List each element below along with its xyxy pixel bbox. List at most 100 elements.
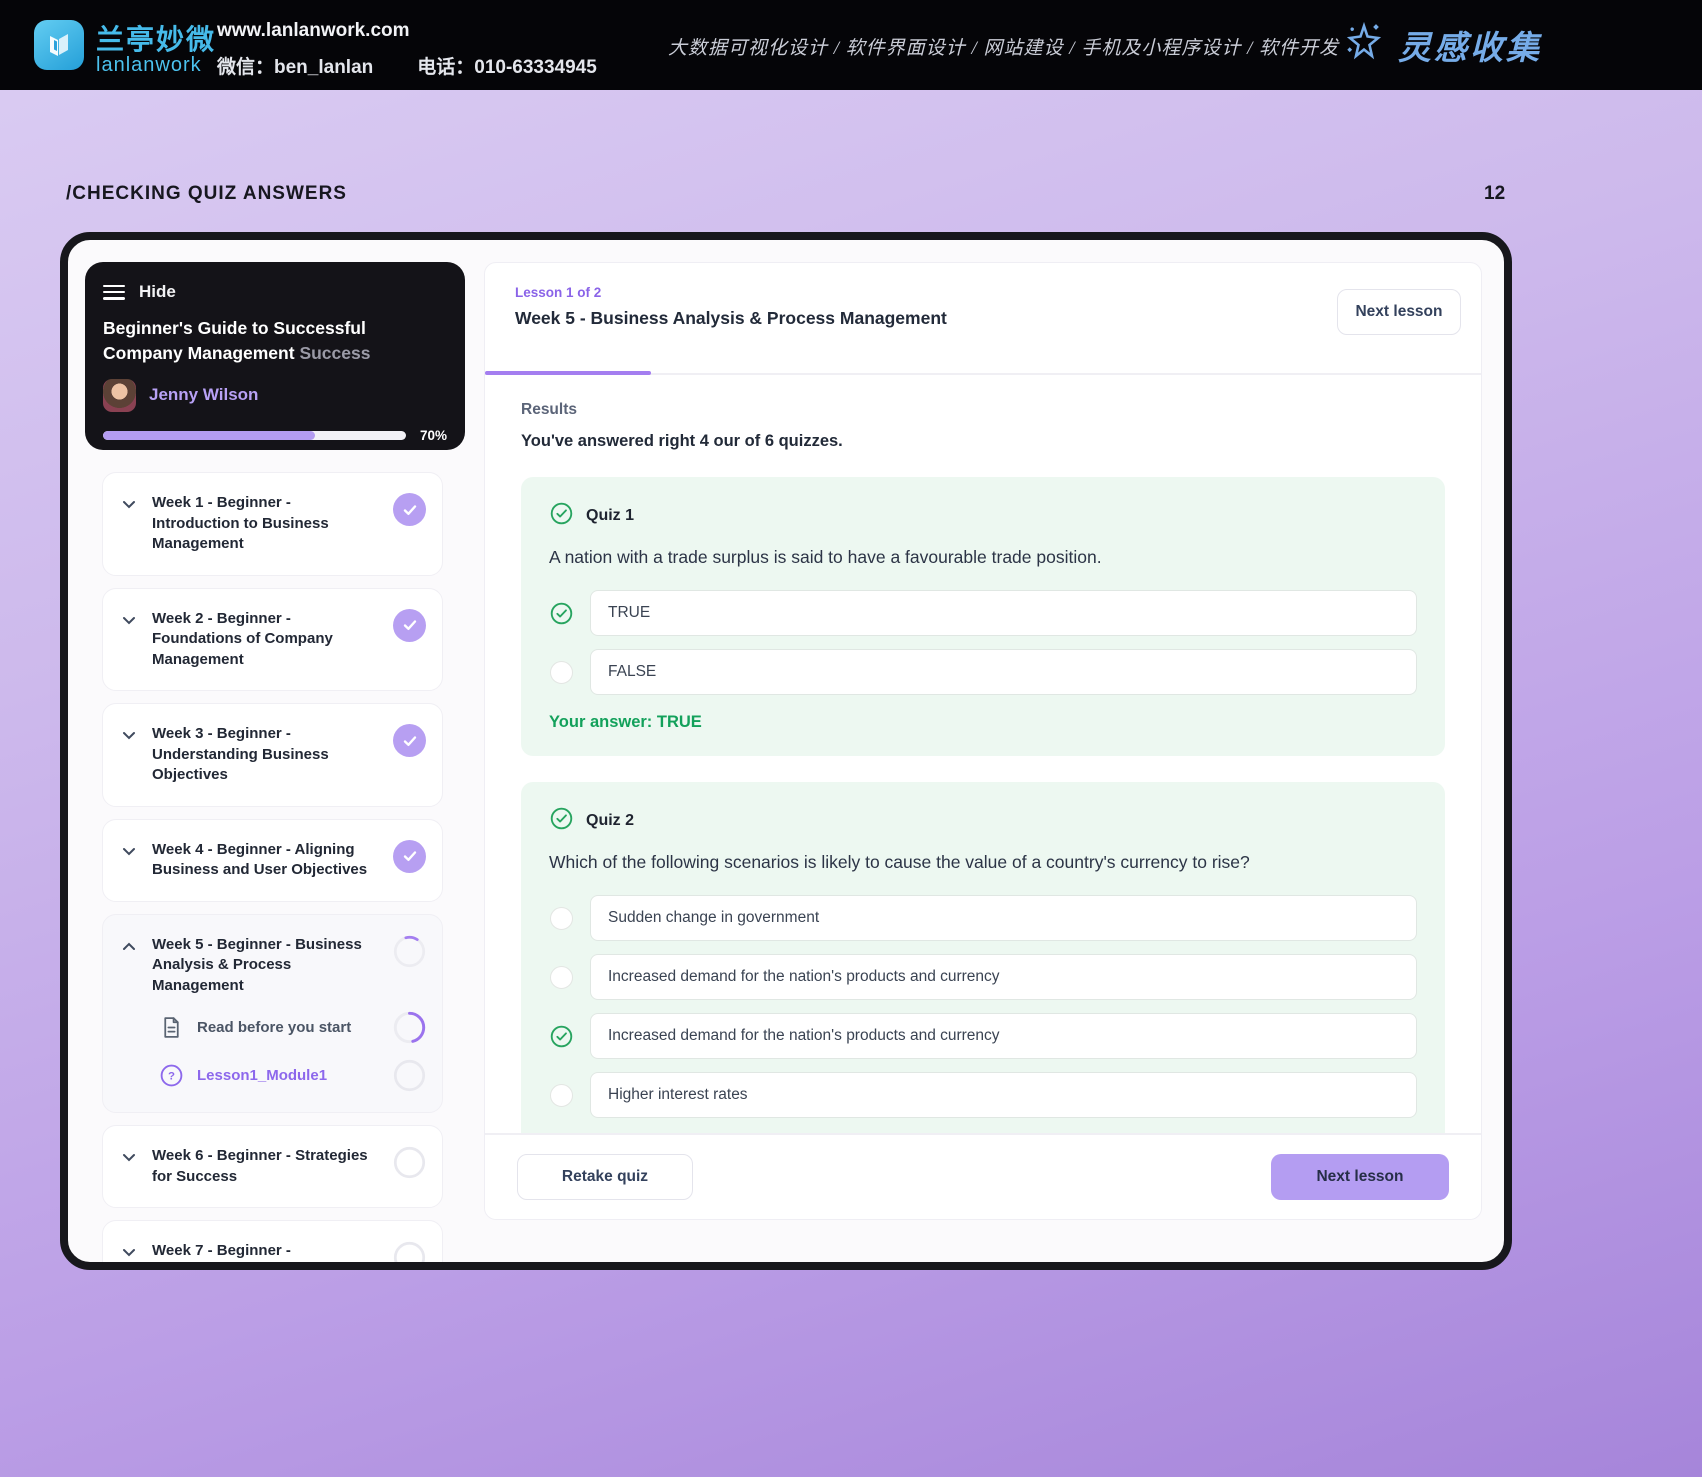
page-label: /CHECKING QUIZ ANSWERS	[66, 183, 347, 204]
website-url: www.lanlanwork.com	[217, 20, 410, 41]
chevron-down-icon[interactable]	[119, 1242, 139, 1262]
lesson-link-label: Lesson1_Module1	[197, 1067, 328, 1084]
week-item-2[interactable]: Week 2 - Beginner - Foundations of Compa…	[102, 587, 443, 691]
avatar	[103, 378, 136, 412]
author-name: Jenny Wilson	[149, 385, 259, 405]
empty-ring-icon	[393, 1059, 426, 1092]
chevron-down-icon[interactable]	[119, 494, 139, 514]
quiz-name: Quiz 2	[586, 812, 635, 829]
option-label[interactable]: TRUE	[590, 590, 1417, 636]
wechat-contact: 微信：ben_lanlan	[217, 57, 374, 78]
page-number: 12	[1484, 183, 1506, 204]
quiz-card-2: Quiz 2 Which of the following scenarios …	[521, 782, 1445, 1133]
course-title-tail: Success	[299, 342, 371, 363]
lesson-counter: Lesson 1 of 2	[515, 285, 602, 300]
quiz-question: A nation with a trade surplus is said to…	[549, 547, 1102, 567]
your-answer-line: Your answer: TRUE	[549, 713, 702, 731]
hamburger-icon	[103, 284, 125, 300]
completed-check-icon	[393, 493, 426, 526]
contact-line: 微信：ben_lanlan 电话：010-63334945	[217, 52, 597, 79]
services-list: 大数据可视化设计 / 软件界面设计 / 网站建设 / 手机及小程序设计 / 软件…	[668, 38, 1340, 59]
option-row: Increased demand for the nation's produc…	[549, 954, 1417, 1000]
radio-icon[interactable]	[550, 1083, 573, 1107]
empty-ring-icon	[393, 1146, 426, 1179]
progress-ring-icon	[393, 935, 426, 968]
top-bar: 兰亭妙微 lanlanwork www.lanlanwork.com 微信：be…	[0, 0, 1702, 90]
progress-percent: 70%	[419, 427, 447, 443]
device-frame: Hide Beginner's Guide to Successful Comp…	[60, 232, 1512, 1270]
radio-icon[interactable]	[550, 660, 573, 684]
week-label: Week 6 - Beginner - Strategies for Succe…	[152, 1147, 368, 1185]
lesson-label: Read before you start	[197, 1019, 352, 1036]
inspiration-logo: 灵感收集	[1340, 18, 1542, 71]
inspiration-logo-text: 灵感收集	[1398, 30, 1542, 67]
brand-name-en: lanlanwork	[96, 54, 202, 76]
chevron-down-icon[interactable]	[119, 610, 139, 630]
brand-name-cn: 兰亭妙微	[96, 24, 217, 55]
hide-button[interactable]: Hide	[103, 282, 447, 302]
option-label[interactable]: Sudden change in government	[590, 895, 1417, 941]
course-title: Beginner's Guide to Successful Company M…	[103, 316, 447, 366]
book-logo-icon	[34, 20, 84, 70]
week-item-7[interactable]: Week 7 - Beginner - Implementing Effecti…	[102, 1220, 443, 1262]
quiz-check-icon	[549, 806, 574, 836]
chevron-up-icon[interactable]	[119, 936, 139, 956]
correct-check-icon[interactable]	[549, 601, 574, 626]
option-row: Higher interest rates	[549, 1072, 1417, 1118]
lesson-header: Lesson 1 of 2 Week 5 - Business Analysis…	[485, 263, 1481, 373]
course-sidebar-header: Hide Beginner's Guide to Successful Comp…	[85, 262, 465, 450]
completed-check-icon	[393, 608, 426, 642]
results-content: Results You've answered right 4 our of 6…	[485, 375, 1481, 1133]
lesson-title: Week 5 - Business Analysis & Process Man…	[515, 308, 947, 328]
next-lesson-top-button[interactable]: Next lesson	[1337, 289, 1461, 335]
sparkle-star-icon	[1340, 18, 1388, 71]
option-label[interactable]: Higher interest rates	[590, 1072, 1417, 1118]
chevron-down-icon[interactable]	[119, 1147, 139, 1167]
results-heading: Results	[521, 401, 577, 418]
week-label: Week 5 - Beginner - Business Analysis & …	[152, 935, 362, 994]
completed-check-icon	[393, 839, 426, 873]
week-label: Week 3 - Beginner - Understanding Busine…	[152, 725, 329, 783]
option-row: TRUE	[549, 590, 1417, 636]
week-list: Week 1 - Beginner - Introduction to Busi…	[102, 472, 443, 1262]
retake-quiz-button[interactable]: Retake quiz	[517, 1154, 693, 1200]
chevron-down-icon[interactable]	[119, 841, 139, 861]
quiz-card-1: Quiz 1 A nation with a trade surplus is …	[521, 477, 1445, 756]
phone-contact: 电话：010-63334945	[417, 57, 597, 78]
quiz-name: Quiz 1	[586, 507, 635, 524]
option-row: FALSE	[549, 649, 1417, 695]
results-summary: You've answered right 4 our of 6 quizzes…	[521, 432, 843, 450]
empty-ring-icon	[393, 1241, 426, 1262]
week-item-6[interactable]: Week 6 - Beginner - Strategies for Succe…	[102, 1125, 443, 1208]
progress-bar	[103, 430, 406, 440]
completed-check-icon	[393, 724, 426, 757]
quiz-check-icon	[549, 501, 574, 531]
quiz-question: Which of the following scenarios is like…	[549, 852, 1250, 872]
progress-ring-icon	[393, 1011, 426, 1044]
svg-text:?: ?	[168, 1071, 175, 1083]
week-label: Week 2 - Beginner - Foundations of Compa…	[152, 609, 333, 668]
radio-icon[interactable]	[550, 965, 573, 989]
hide-label: Hide	[139, 282, 176, 301]
option-label[interactable]: Increased demand for the nation's produc…	[590, 1013, 1417, 1059]
lesson-item-quiz[interactable]: ? Lesson1_Module1	[159, 1059, 426, 1092]
option-label[interactable]: FALSE	[590, 649, 1417, 695]
chevron-down-icon[interactable]	[119, 725, 139, 745]
week-item-4[interactable]: Week 4 - Beginner - Aligning Business an…	[102, 818, 443, 902]
week-item-1[interactable]: Week 1 - Beginner - Introduction to Busi…	[102, 472, 443, 576]
option-row: Increased demand for the nation's produc…	[549, 1013, 1417, 1059]
question-circle-icon: ?	[159, 1063, 184, 1088]
week-label: Week 7 - Beginner - Implementing Effecti…	[152, 1242, 291, 1259]
lesson-footer: Retake quiz Next lesson	[485, 1133, 1481, 1219]
radio-icon[interactable]	[550, 906, 573, 930]
option-label[interactable]: Increased demand for the nation's produc…	[590, 954, 1417, 1000]
week-label: Week 1 - Beginner - Introduction to Busi…	[152, 494, 329, 552]
lesson-main-panel: Lesson 1 of 2 Week 5 - Business Analysis…	[484, 262, 1482, 1220]
week-item-3[interactable]: Week 3 - Beginner - Understanding Busine…	[102, 703, 443, 807]
progress-fill	[103, 430, 316, 440]
correct-check-icon[interactable]	[549, 1024, 574, 1049]
week-item-5[interactable]: Week 5 - Beginner - Business Analysis & …	[102, 913, 443, 1113]
next-lesson-button[interactable]: Next lesson	[1271, 1154, 1449, 1200]
lesson-item-read[interactable]: Read before you start	[159, 1011, 426, 1044]
document-icon	[159, 1015, 184, 1040]
